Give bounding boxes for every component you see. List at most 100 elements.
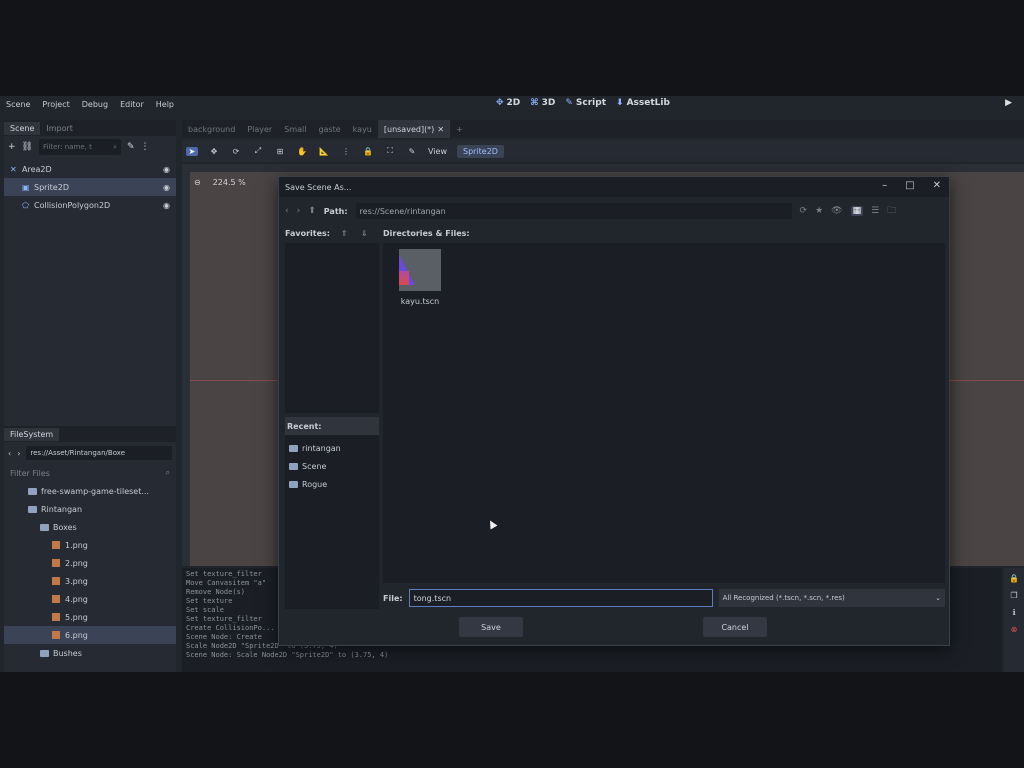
zoom-level[interactable]: 224.5 % — [213, 178, 246, 187]
filesystem-item-label: 2.png — [65, 558, 88, 568]
recent-item[interactable]: Scene — [285, 457, 379, 475]
snap-icon[interactable]: ⋮ — [340, 147, 352, 156]
select-tool-icon[interactable]: ➤ — [186, 146, 198, 156]
menu-editor[interactable]: Editor — [114, 100, 150, 109]
filesystem-item[interactable]: Rintangan — [4, 500, 176, 518]
fav-up-icon[interactable]: ⇑ — [341, 229, 361, 238]
scale-tool-icon[interactable]: ⤢ — [252, 146, 264, 156]
filesystem-item-label: 6.png — [65, 630, 88, 640]
up-icon[interactable]: ⬆ — [308, 206, 316, 216]
path-input[interactable]: res://Scene/rintangan — [355, 203, 792, 219]
filesystem-item[interactable]: 3.png — [4, 572, 176, 590]
tab-import[interactable]: Import — [40, 122, 79, 135]
filesystem-item[interactable]: 1.png — [4, 536, 176, 554]
file-type-select[interactable]: All Recognized (*.tscn, *.scn, *.res) ⌄ — [718, 589, 945, 607]
tree-node[interactable]: ✕ Area2D ◉ — [4, 160, 176, 178]
bone-icon[interactable]: ✎ — [406, 147, 418, 156]
sprite2d-menu[interactable]: Sprite2D — [456, 144, 504, 158]
forward-icon[interactable]: › — [17, 449, 20, 458]
group-icon[interactable]: ⛶ — [384, 146, 396, 156]
filesystem-item[interactable]: 4.png — [4, 590, 176, 608]
filesystem-item[interactable]: free-swamp-game-tileset... — [4, 482, 176, 500]
scene-tab[interactable]: gaste — [312, 120, 346, 138]
scene-tab[interactable]: Player — [241, 120, 278, 138]
tab-filesystem[interactable]: FileSystem — [4, 427, 60, 441]
move-tool-icon[interactable]: ✥ — [208, 147, 220, 156]
scene-tab[interactable]: kayu — [347, 120, 378, 138]
cancel-button[interactable]: Cancel — [703, 617, 767, 637]
workspace-3d[interactable]: ⌘ 3D — [530, 98, 555, 108]
filesystem-item[interactable]: 2.png — [4, 554, 176, 572]
workspace-2d[interactable]: ✥ 2D — [496, 98, 520, 108]
maximize-icon[interactable]: □ — [905, 180, 914, 191]
view-menu[interactable]: View — [428, 147, 447, 156]
script-attach-icon[interactable]: ✎ — [127, 142, 135, 152]
close-tab-icon[interactable]: ✕ — [437, 125, 444, 134]
tab-scene[interactable]: Scene — [4, 121, 41, 135]
close-icon[interactable]: ✕ — [933, 180, 941, 191]
filesystem-item[interactable]: 5.png — [4, 608, 176, 626]
minimize-icon[interactable]: – — [882, 180, 887, 191]
2d-icon: ✥ — [496, 98, 504, 108]
workspace-assetlib-label: AssetLib — [626, 98, 670, 108]
add-node-icon[interactable]: + — [8, 142, 16, 152]
recent-item[interactable]: Rogue — [285, 475, 379, 493]
workspace-assetlib[interactable]: ⬇ AssetLib — [616, 98, 670, 108]
menu-help[interactable]: Help — [150, 100, 180, 109]
scene-tab[interactable]: background — [182, 120, 241, 138]
ruler-icon[interactable]: 📐 — [318, 147, 330, 156]
lock-icon[interactable]: 🔒 — [1009, 574, 1019, 583]
workspace-script[interactable]: ✎ Script — [565, 98, 606, 108]
save-button[interactable]: Save — [459, 617, 523, 637]
menu-project[interactable]: Project — [36, 100, 75, 109]
filesystem-path-input[interactable]: res://Asset/Rintangan/Boxe — [26, 446, 172, 460]
recent-item-label: Scene — [302, 461, 327, 471]
add-tab-icon[interactable]: + — [450, 120, 469, 138]
copy-icon[interactable]: ❐ — [1010, 591, 1017, 600]
show-hidden-icon[interactable]: 👁 — [831, 206, 842, 216]
image-file-icon — [52, 631, 60, 639]
pan-icon[interactable]: ✋ — [296, 147, 308, 156]
tree-node-label: Sprite2D — [34, 182, 69, 192]
refresh-icon[interactable]: ⟳ — [800, 206, 808, 216]
scene-tab[interactable]: Small — [278, 120, 312, 138]
lock-icon[interactable]: 🔒 — [362, 147, 374, 156]
file-name-input[interactable]: tong.tscn — [408, 589, 713, 607]
file-item[interactable]: kayu.tscn — [395, 249, 445, 306]
grid-view-icon[interactable]: ▦ — [850, 206, 864, 216]
favorite-star-icon[interactable]: ★ — [815, 206, 823, 216]
visibility-icon[interactable]: ◉ — [163, 201, 170, 210]
error-icon[interactable]: ⊗ — [1011, 625, 1018, 634]
menu-scene[interactable]: Scene — [0, 100, 36, 109]
selectable-icon[interactable]: ⊞ — [274, 147, 286, 156]
new-folder-icon[interactable]: 🗀 — [887, 203, 896, 219]
favorites-list[interactable] — [285, 243, 379, 413]
filesystem-filter-input[interactable]: Filter Files ⌕ — [4, 464, 176, 482]
tree-node-label: Area2D — [22, 164, 52, 174]
visibility-icon[interactable]: ◉ — [163, 165, 170, 174]
tree-node[interactable]: ▣ Sprite2D ◉ — [4, 178, 176, 196]
filesystem-item[interactable]: 6.png — [4, 626, 176, 644]
files-panel[interactable]: kayu.tscn — [383, 243, 945, 583]
more-icon[interactable]: ⋮ — [141, 142, 150, 152]
play-icon[interactable]: ▶ — [1005, 98, 1012, 108]
tree-node[interactable]: ⬠ CollisionPolygon2D ◉ — [4, 196, 176, 214]
forward-icon[interactable]: › — [297, 206, 301, 216]
visibility-icon[interactable]: ◉ — [163, 183, 170, 192]
recent-item[interactable]: rintangan — [285, 439, 379, 457]
info-icon[interactable]: ℹ — [1012, 608, 1015, 617]
back-icon[interactable]: ‹ — [285, 206, 289, 216]
filesystem-item[interactable]: Boxes — [4, 518, 176, 536]
link-icon[interactable]: ⛓ — [22, 142, 33, 152]
list-view-icon[interactable]: ☰ — [871, 206, 879, 216]
zoom-out-icon[interactable]: ⊖ — [194, 178, 201, 187]
back-icon[interactable]: ‹ — [8, 449, 11, 458]
filesystem-item[interactable]: Bushes — [4, 644, 176, 662]
menu-debug[interactable]: Debug — [76, 100, 114, 109]
workspace-script-label: Script — [575, 98, 607, 108]
fav-down-icon[interactable]: ⇓ — [361, 229, 383, 238]
recent-item-label: Rogue — [302, 479, 328, 489]
node-filter-input[interactable]: Filter: name, t ⌕ — [38, 139, 121, 155]
rotate-tool-icon[interactable]: ⟳ — [230, 147, 242, 156]
scene-tab[interactable]: [unsaved](*) ✕ — [377, 120, 451, 138]
